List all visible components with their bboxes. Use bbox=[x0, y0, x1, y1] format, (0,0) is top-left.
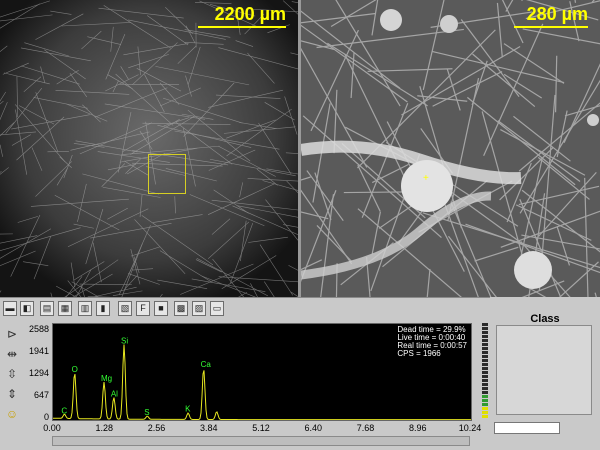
cursor-marker: + bbox=[423, 173, 429, 184]
export-icon[interactable]: ▨ bbox=[192, 301, 206, 316]
class-input[interactable] bbox=[494, 422, 560, 434]
level-segment bbox=[482, 351, 488, 354]
peak-label-Al: Al bbox=[111, 389, 118, 398]
scale-label-right: 280 µm bbox=[526, 4, 588, 24]
ruler-icon[interactable]: ▭ bbox=[210, 301, 224, 316]
x-tick: 10.24 bbox=[458, 423, 482, 433]
level-segment bbox=[482, 363, 488, 366]
level-segment bbox=[482, 399, 488, 402]
scale-bar-left: 2200 µm bbox=[198, 4, 286, 28]
class-panel: Class bbox=[482, 297, 600, 450]
level-segment bbox=[482, 331, 488, 334]
class-title: Class bbox=[530, 313, 560, 325]
level-segment bbox=[482, 343, 488, 346]
sem-image-zoom[interactable]: + 280 µm bbox=[301, 0, 600, 297]
spectrum-plot[interactable]: C O Mg Al Si S K Ca Dead time = 29.9% Live time… bbox=[52, 323, 472, 421]
fiber-zoom-texture: + bbox=[301, 0, 600, 297]
save-icon[interactable]: ▬ bbox=[3, 301, 17, 316]
level-segment bbox=[482, 371, 488, 374]
x-tick: 6.40 bbox=[304, 423, 323, 433]
font-icon[interactable]: F bbox=[136, 301, 150, 316]
peak-label-C: C bbox=[61, 407, 67, 416]
scale-label-left: 2200 µm bbox=[214, 4, 286, 24]
spectrum-panel: ⊳ ⇹ ⇳ ⇕ ☺ 2588 1941 1294 647 0 C O Mg Al Si S… bbox=[0, 319, 490, 450]
stop-icon[interactable]: ■ bbox=[154, 301, 168, 316]
level-segment bbox=[482, 339, 488, 342]
fiber-texture bbox=[0, 0, 298, 297]
expand-vertical-icon[interactable]: ⇳ bbox=[5, 367, 19, 381]
grid-icon[interactable]: ▩ bbox=[174, 301, 188, 316]
smiley-icon[interactable]: ☺ bbox=[5, 407, 19, 421]
expand-horizontal-icon[interactable]: ⊳ bbox=[5, 327, 19, 341]
compress-vertical-icon[interactable]: ⇕ bbox=[5, 387, 19, 401]
level-segment bbox=[482, 379, 488, 382]
open-icon[interactable]: ◧ bbox=[20, 301, 34, 316]
level-segment bbox=[482, 411, 488, 414]
peak-label-Mg: Mg bbox=[101, 374, 112, 383]
level-meter bbox=[482, 323, 490, 419]
x-tick: 2.56 bbox=[147, 423, 166, 433]
print-icon[interactable]: ▦ bbox=[58, 301, 72, 316]
x-tick: 1.28 bbox=[95, 423, 114, 433]
level-segment bbox=[482, 395, 488, 398]
x-tick: 7.68 bbox=[356, 423, 375, 433]
y-tick: 1294 bbox=[28, 368, 49, 378]
marker-icon[interactable]: ▮ bbox=[96, 301, 110, 316]
level-segment bbox=[482, 327, 488, 330]
spectrum-controls: ⊳ ⇹ ⇳ ⇕ ☺ bbox=[5, 327, 23, 427]
report-icon[interactable]: ▧ bbox=[118, 301, 132, 316]
acquisition-info: Dead time = 29.9% Live time = 0:00:40 Re… bbox=[397, 326, 467, 358]
level-segment bbox=[482, 391, 488, 394]
x-tick: 0.00 bbox=[43, 423, 61, 433]
level-segment bbox=[482, 359, 488, 362]
level-segment bbox=[482, 387, 488, 390]
level-segment bbox=[482, 403, 488, 406]
peak-label-S: S bbox=[144, 408, 149, 417]
sem-image-overview[interactable]: 2200 µm bbox=[0, 0, 298, 297]
y-tick: 1941 bbox=[28, 346, 49, 356]
spectrum-scrollbar[interactable] bbox=[52, 436, 470, 446]
peak-label-Si: Si bbox=[121, 336, 128, 345]
level-segment bbox=[482, 367, 488, 370]
peak-label-O: O bbox=[72, 365, 78, 374]
level-segment bbox=[482, 335, 488, 338]
class-list[interactable] bbox=[496, 325, 592, 415]
level-segment bbox=[482, 375, 488, 378]
compress-horizontal-icon[interactable]: ⇹ bbox=[5, 347, 19, 361]
level-segment bbox=[482, 415, 488, 418]
level-segment bbox=[482, 407, 488, 410]
scale-bar-right: 280 µm bbox=[514, 4, 588, 28]
print-preview-icon[interactable]: ▤ bbox=[40, 301, 54, 316]
copy-icon[interactable]: ▥ bbox=[78, 301, 92, 316]
x-tick: 8.96 bbox=[408, 423, 427, 433]
y-tick: 647 bbox=[33, 390, 49, 400]
x-tick: 3.84 bbox=[199, 423, 218, 433]
y-tick: 2588 bbox=[28, 324, 49, 334]
y-tick: 0 bbox=[43, 412, 49, 422]
cps: CPS = 1966 bbox=[397, 349, 441, 358]
peak-label-Ca: Ca bbox=[201, 360, 212, 369]
level-segment bbox=[482, 355, 488, 358]
x-tick: 5.12 bbox=[252, 423, 270, 433]
level-segment bbox=[482, 383, 488, 386]
peak-label-K: K bbox=[185, 405, 191, 414]
level-segment bbox=[482, 323, 488, 326]
selection-box[interactable] bbox=[148, 154, 186, 194]
level-segment bbox=[482, 347, 488, 350]
